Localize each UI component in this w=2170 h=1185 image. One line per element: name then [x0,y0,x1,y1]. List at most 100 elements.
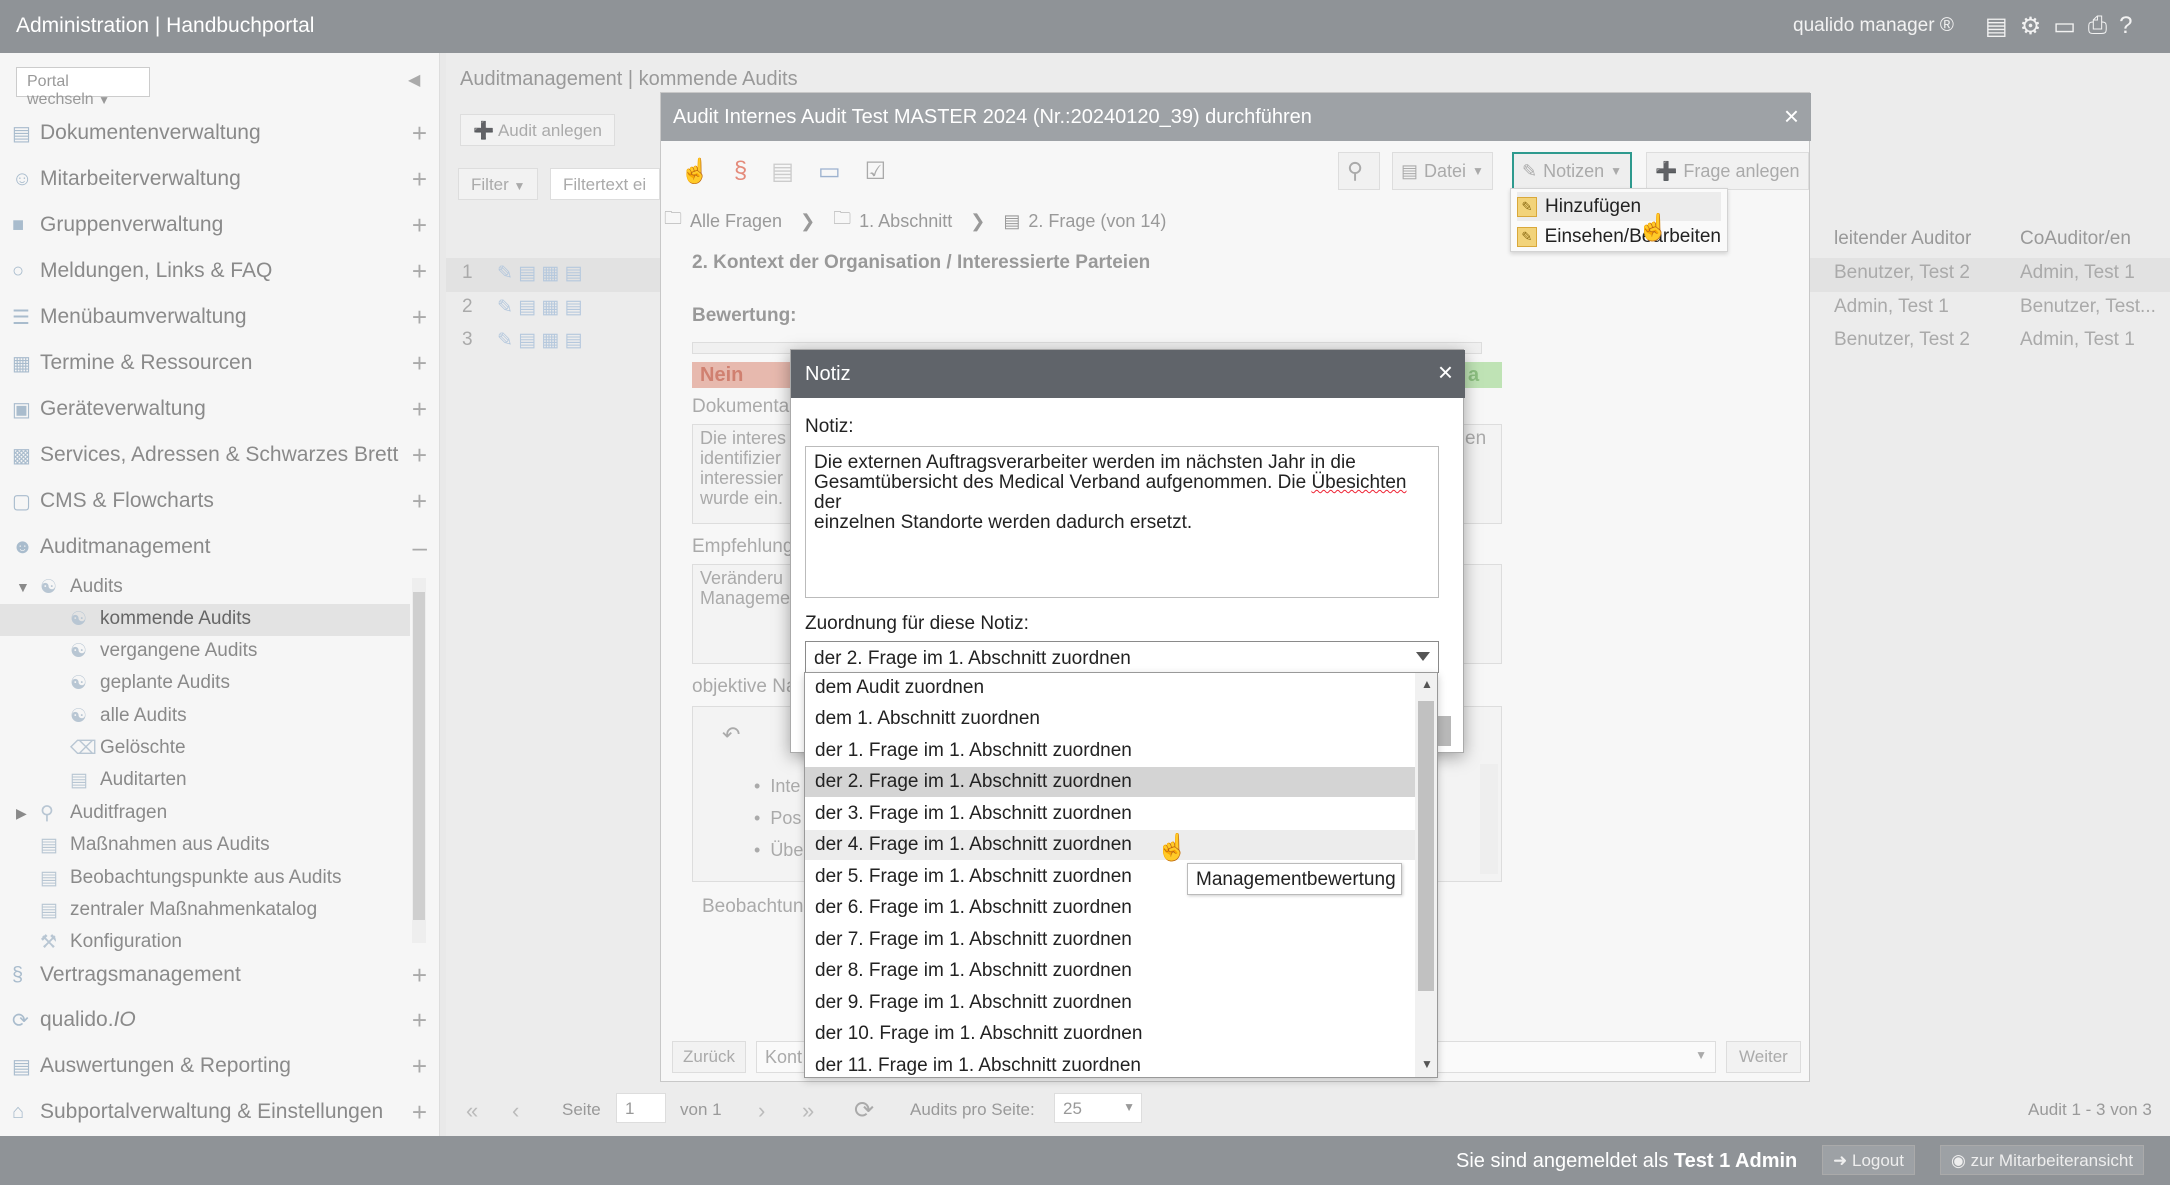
dropdown-option[interactable]: der 3. Frage im 1. Abschnitt zuordnen [805,799,1415,829]
sidebar-item-vertragsmanagement[interactable]: § Vertragsmanagement + [12,955,427,995]
row-action-icons[interactable]: ✎ ▤ ▦ ▤ [497,296,583,328]
close-icon[interactable]: × [1438,357,1453,388]
editor-scrollbar[interactable] [1480,764,1498,874]
tree-item-konfiguration[interactable]: ⚒ Konfiguration [40,927,182,957]
first-page-icon[interactable]: « [466,1098,478,1124]
menu-item-hinzufuegen[interactable]: ✎ Hinzufügen [1517,192,1721,221]
expand-icon[interactable]: + [412,118,427,149]
tree-item-kommende-audits[interactable]: ☯ kommende Audits [70,604,251,634]
dropdown-scrollbar-thumb[interactable] [1418,701,1434,991]
employee-view-button[interactable]: ◉ zur Mitarbeiteransicht [1940,1145,2145,1175]
collapse-icon[interactable]: – [413,532,427,563]
tree-item-massnahmenkatalog[interactable]: ▤ zentraler Maßnahmenkatalog [40,895,317,925]
caret-down-icon[interactable]: ▼ [16,579,40,595]
tree-item-auditarten[interactable]: ▤ Auditarten [70,765,187,795]
hand-icon[interactable]: ☝ [680,157,710,186]
row-action-icons[interactable]: ✎ ▤ ▦ ▤ [497,262,583,294]
weiter-button[interactable]: Weiter [1726,1041,1801,1073]
dropdown-option[interactable]: dem 1. Abschnitt zuordnen [805,704,1415,734]
frage-anlegen-button[interactable]: ➕ Frage anlegen [1646,152,1809,190]
refresh-icon[interactable]: ⟳ [854,1096,874,1125]
prev-page-icon[interactable]: ‹ [512,1098,519,1124]
sidebar-item-geraete[interactable]: ▣ Geräteverwaltung + [12,389,427,429]
expand-icon[interactable]: + [412,486,427,517]
help-icon[interactable]: ? [2119,12,2132,41]
breadcrumb-item[interactable]: 2. Frage (von 14) [1028,211,1166,232]
pdf-icon[interactable]: ▭ [2053,12,2076,41]
notiz-textarea[interactable]: Die externen Auftragsverarbeiter werden … [805,446,1439,598]
sidebar-item-menuebaum[interactable]: ☰ Menübaumverwaltung + [12,297,427,337]
menu-item-einsehen-bearbeiten[interactable]: ✎ Einsehen/Bearbeiten [1517,222,1721,251]
dropdown-option-hovered[interactable]: der 4. Frage im 1. Abschnitt zuordnen [805,830,1415,860]
sidebar-item-auswertungen[interactable]: ▤ Auswertungen & Reporting + [12,1046,427,1086]
expand-icon[interactable]: + [412,1097,427,1128]
expand-icon[interactable]: + [412,256,427,287]
sidebar-item-gruppenverwaltung[interactable]: ■ Gruppenverwaltung + [12,205,427,245]
undo-icon[interactable]: ↶ [722,722,740,748]
zurueck-button[interactable]: Zurück [672,1041,746,1073]
sidebar-item-dokumentenverwaltung[interactable]: ▤ Dokumentenverwaltung + [12,113,427,153]
sidebar-item-meldungen[interactable]: ○ Meldungen, Links & FAQ + [12,251,427,291]
sidebar-item-auditmanagement[interactable]: ☻ Auditmanagement – [12,527,427,567]
scroll-down-icon[interactable]: ▼ [1421,1057,1433,1071]
dropdown-option[interactable]: dem Audit zuordnen [805,673,1415,703]
print-icon[interactable]: ⎙ [2088,12,2107,41]
expand-icon[interactable]: + [412,440,427,471]
expand-icon[interactable]: + [412,302,427,333]
last-page-icon[interactable]: » [802,1098,814,1124]
filter-select[interactable]: Filter ▼ [458,168,539,200]
pdf-icon[interactable]: ▭ [818,157,841,186]
breadcrumb-item[interactable]: Alle Fragen [690,211,782,232]
tree-item-geplante-audits[interactable]: ☯ geplante Audits [70,668,230,698]
audit-anlegen-button[interactable]: ➕ Audit anlegen [460,114,615,146]
expand-icon[interactable]: + [412,1051,427,1082]
filter-input[interactable]: Filtertext ei [550,168,660,200]
dropdown-option[interactable]: der 10. Frage im 1. Abschnitt zuordnen [805,1019,1415,1049]
sidebar-item-qualido-io[interactable]: ⟳ qualido. IO + [12,1000,427,1040]
paragraph-icon[interactable]: § [734,157,747,185]
logout-button[interactable]: ➜ Logout [1822,1145,1915,1175]
close-icon[interactable]: × [1784,101,1799,132]
expand-icon[interactable]: + [412,210,427,241]
tree-item-beobachtungspunkte[interactable]: ▤ Beobachtungspunkte aus Audits [40,863,341,893]
zuordnung-select[interactable]: der 2. Frage im 1. Abschnitt zuordnen [805,641,1439,673]
sidebar-item-cms[interactable]: ▢ CMS & Flowcharts + [12,481,427,521]
tree-item-massnahmen[interactable]: ▤ Maßnahmen aus Audits [40,830,270,860]
tree-item-audits[interactable]: ▼ ☯ Audits [16,572,123,602]
notizen-button[interactable]: ✎ Notizen ▼ [1512,152,1633,190]
checklist-icon[interactable]: ☑ [865,157,887,186]
portal-select[interactable]: Portal wechseln ▼ [16,67,150,108]
row-action-icons[interactable]: ✎ ▤ ▦ ▤ [497,329,583,361]
expand-icon[interactable]: + [412,348,427,379]
tree-item-alle-audits[interactable]: ☯ alle Audits [70,701,187,731]
dropdown-option-selected[interactable]: der 2. Frage im 1. Abschnitt zuordnen [805,767,1415,797]
sidebar-item-mitarbeiterverwaltung[interactable]: ☺ Mitarbeiterverwaltung + [12,159,427,199]
users-icon[interactable]: ⚙ [2020,12,2042,41]
tree-item-geloeschte[interactable]: ⌫ Gelöschte [70,733,186,763]
sidebar-item-services[interactable]: ▩ Services, Adressen & Schwarzes Brett + [12,435,427,475]
tree-item-auditfragen[interactable]: ▶ ⚲ Auditfragen [16,798,167,828]
expand-icon[interactable]: + [412,394,427,425]
copy-icon[interactable]: ▤ [771,157,794,186]
dropdown-option[interactable]: der 11. Frage im 1. Abschnitt zuordnen [805,1051,1415,1077]
book-icon[interactable]: ▤ [1985,12,2008,41]
dropdown-option[interactable]: der 6. Frage im 1. Abschnitt zuordnen [805,893,1415,923]
sidebar-item-termine[interactable]: ▦ Termine & Ressourcen + [12,343,427,383]
breadcrumb-item[interactable]: 1. Abschnitt [859,211,952,232]
dropdown-option[interactable]: der 9. Frage im 1. Abschnitt zuordnen [805,988,1415,1018]
expand-icon[interactable]: + [412,960,427,991]
dropdown-option[interactable]: der 8. Frage im 1. Abschnitt zuordnen [805,956,1415,986]
next-page-icon[interactable]: › [758,1098,765,1124]
dropdown-option[interactable]: der 7. Frage im 1. Abschnitt zuordnen [805,925,1415,955]
tree-scrollbar-thumb[interactable] [413,592,425,920]
datei-button[interactable]: ▤ Datei ▼ [1392,152,1493,190]
collapse-sidebar-icon[interactable]: ◀ [408,70,420,90]
sidebar-item-subportal[interactable]: ⌂ Subportalverwaltung & Einstellungen + [12,1092,427,1132]
dropdown-option[interactable]: der 1. Frage im 1. Abschnitt zuordnen [805,736,1415,766]
page-input[interactable]: 1 [616,1093,666,1123]
per-page-select[interactable]: 25 ▼ [1054,1093,1142,1123]
scroll-up-icon[interactable]: ▲ [1421,677,1433,691]
expand-icon[interactable]: + [412,1005,427,1036]
caret-right-icon[interactable]: ▶ [16,805,40,822]
tree-item-vergangene-audits[interactable]: ☯ vergangene Audits [70,636,257,666]
